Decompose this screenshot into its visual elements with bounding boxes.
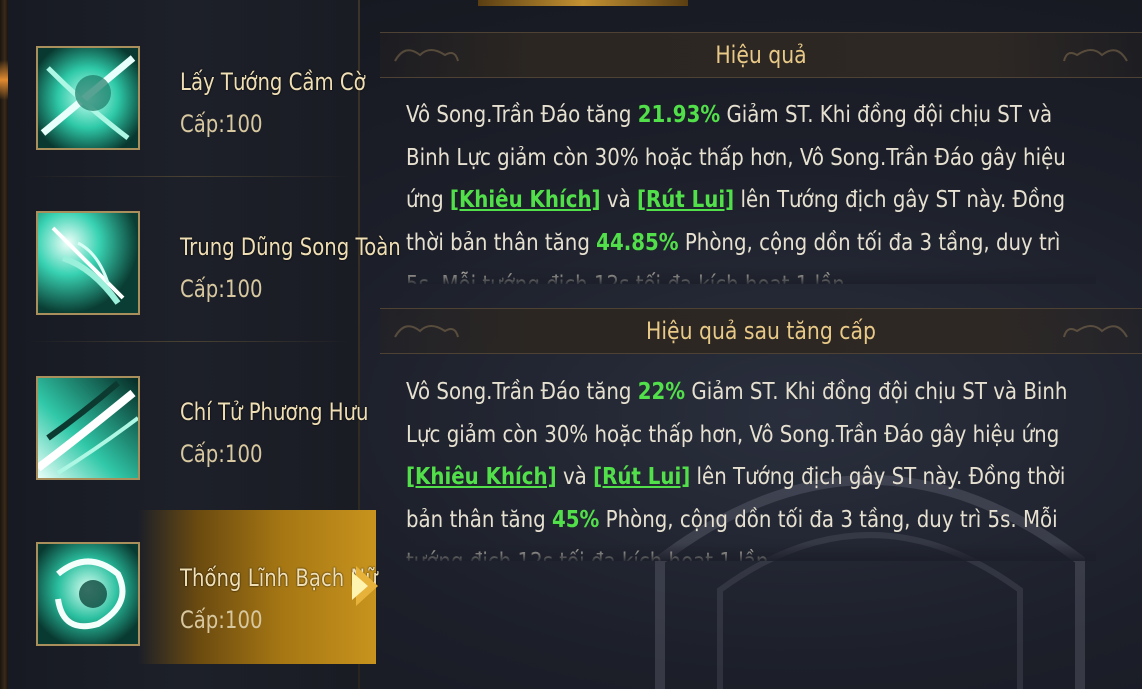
skill-sidebar: Lấy Tướng Cầm Cờ Cấp:100 Trung Dũng Song… <box>8 0 401 689</box>
skill-item-lay-tuong-cam-co[interactable]: Lấy Tướng Cầm Cờ Cấp:100 <box>8 20 366 180</box>
effect-section-header: Hiệu quả <box>380 32 1142 78</box>
item-divider <box>28 341 348 342</box>
effect-description: Vô Song.Trần Đáo tăng 21.93% Giảm ST. Kh… <box>406 94 1096 284</box>
skill-name: Chí Tử Phương Hưu <box>180 398 369 426</box>
desc-text: và <box>600 187 637 213</box>
status-tag-link[interactable]: [Khiêu Khích] <box>450 187 601 213</box>
upgrade-effect-section-header: Hiệu quả sau tăng cấp <box>380 308 1142 354</box>
desc-text: Vô Song.Trần Đáo tăng <box>406 379 638 405</box>
desc-text: và <box>556 464 594 490</box>
item-divider <box>28 176 348 177</box>
status-tag-link[interactable]: [Khiêu Khích] <box>406 464 557 490</box>
value-highlight: 21.93% <box>637 102 721 128</box>
cloud-ornament-icon <box>1063 49 1128 62</box>
value-highlight: 44.85% <box>596 229 679 256</box>
skill-level: Cấp:100 <box>180 110 263 138</box>
desc-text: Vô Song.Trần Đáo tăng <box>406 102 638 128</box>
selected-arrow-glow <box>352 572 368 600</box>
value-highlight: 45% <box>551 506 600 533</box>
skill-item-thong-linh-bach-nu[interactable]: Thống Lĩnh Bạch Nữ Cấp:100 <box>8 516 378 676</box>
upgrade-effect-description: Vô Song.Trần Đáo tăng 22% Giảm ST. Khi đ… <box>406 371 1096 561</box>
whirlwind-skill-icon <box>36 542 140 646</box>
skill-level: Cấp:100 <box>180 440 263 468</box>
skill-name: Trung Dũng Song Toàn <box>180 233 401 261</box>
skill-item-chi-tu-phuong-huu[interactable]: Chí Tử Phương Hưu Cấp:100 <box>8 350 369 510</box>
skill-name: Thống Lĩnh Bạch Nữ <box>180 564 378 592</box>
frame-glow <box>0 60 8 100</box>
upgrade-effect-title: Hiệu quả sau tăng cấp <box>646 317 876 345</box>
skill-level: Cấp:100 <box>180 275 263 303</box>
status-tag-link[interactable]: [Rút Lui] <box>593 464 690 490</box>
top-tab-edge <box>478 0 688 6</box>
effect-title: Hiệu quả <box>715 41 807 69</box>
sword-slash-skill-icon <box>36 46 140 150</box>
scroll-fade <box>406 266 1096 284</box>
cloud-ornament-icon <box>1063 325 1128 338</box>
skill-level: Cấp:100 <box>180 606 263 634</box>
skill-name: Lấy Tướng Cầm Cờ <box>180 68 366 96</box>
left-frame-border <box>0 0 8 689</box>
scroll-fade <box>406 543 1096 561</box>
status-tag-link[interactable]: [Rút Lui] <box>637 187 734 213</box>
skill-item-trung-dung-song-toan[interactable]: Trung Dũng Song Toàn Cấp:100 <box>8 185 401 345</box>
value-highlight: 22% <box>637 379 686 405</box>
wind-blade-skill-icon <box>36 376 140 480</box>
spear-strike-skill-icon <box>36 211 140 315</box>
